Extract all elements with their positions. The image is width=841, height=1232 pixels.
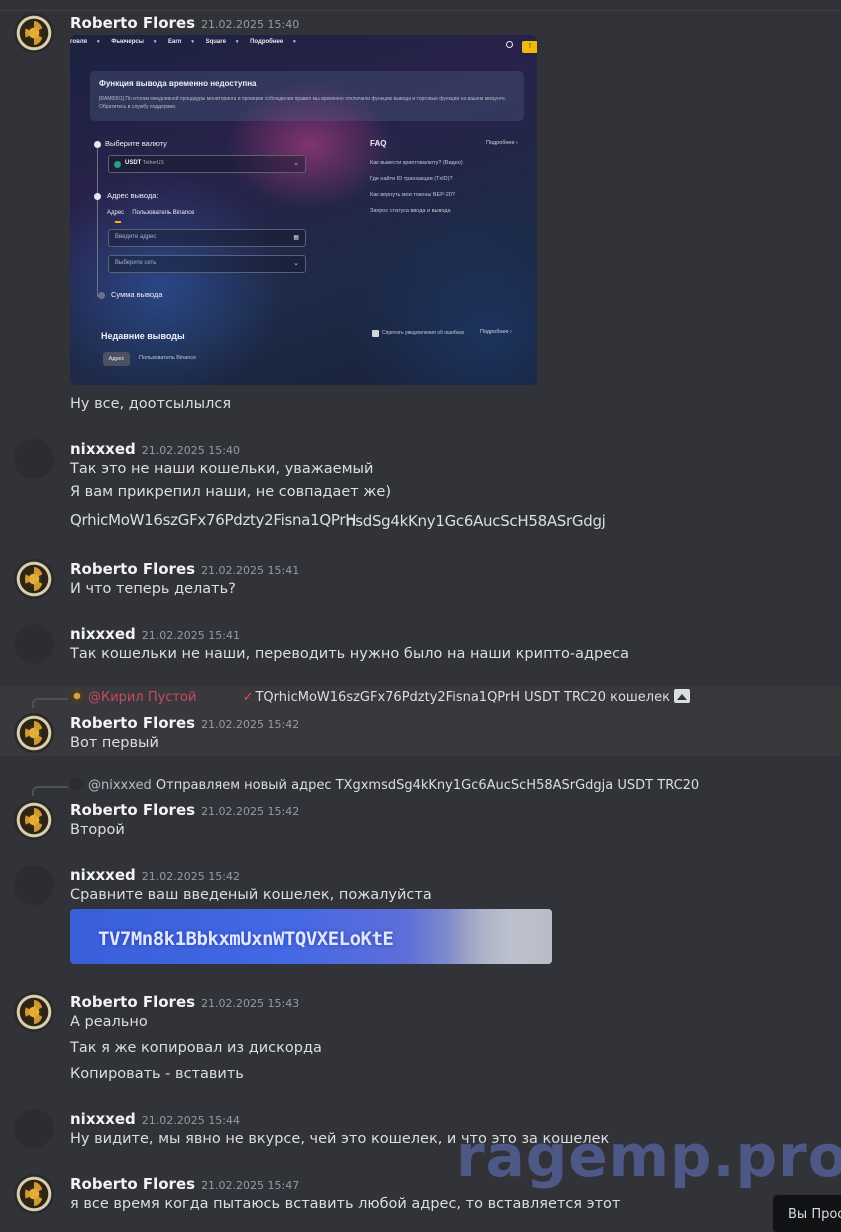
message-text: Второй	[70, 822, 125, 838]
author-name[interactable]: Roberto Flores	[70, 993, 195, 1011]
chevron-down-icon: ⌄	[293, 260, 299, 267]
attached-screenshot[interactable]: говля ▾ Фьючерсы ▾ Earn ▾ Square ▾ Подробнее…	[70, 35, 537, 385]
reply-preview[interactable]: @Кирил Пустой ✓ TQrhicMoW16szGFx76Pdzty2F…	[70, 689, 690, 705]
timestamp: 21.02.2025 15:40	[201, 18, 300, 31]
checkbox-icon	[372, 330, 379, 337]
message-text: Вот первый	[70, 735, 159, 751]
author-name[interactable]: nixxxed	[70, 866, 136, 884]
step-icon	[92, 139, 103, 150]
author-name[interactable]: Roberto Flores	[70, 560, 195, 578]
timestamp: 21.02.2025 15:40	[141, 444, 240, 457]
avatar[interactable]	[14, 865, 54, 905]
avatar[interactable]	[14, 439, 54, 479]
coin-select: USDT TetherUS ⌄	[108, 155, 306, 173]
avatar[interactable]	[14, 992, 54, 1032]
reply-preview[interactable]: @nixxxed Отправляем новый адрес TXgxmsdS…	[70, 777, 699, 793]
message-text: Так я же копировал из дискорда	[70, 1040, 322, 1056]
author-name[interactable]: Roberto Flores	[70, 1175, 195, 1193]
step-icon	[92, 191, 103, 202]
watermark: ragemp.pro	[456, 1122, 841, 1190]
message-text: А реально	[70, 1014, 148, 1030]
timestamp: 21.02.2025 15:42	[141, 870, 240, 883]
avatar[interactable]	[14, 713, 54, 753]
author-name[interactable]: Roberto Flores	[70, 714, 195, 732]
avatar[interactable]	[14, 13, 54, 53]
reply-mention[interactable]: @Кирил Пустой	[88, 690, 196, 705]
message-text: Сравните ваш введеный кошелек, пожалуйст…	[70, 887, 432, 903]
wallet-address: QrhicMoW16szGFx76Pdzty2Fisna1QPrH	[70, 511, 357, 529]
avatar[interactable]	[14, 624, 54, 664]
screenshot-nav: говля ▾ Фьючерсы ▾ Earn ▾ Square ▾ Подробнее…	[70, 39, 296, 45]
message-text: И что теперь делать?	[70, 581, 236, 597]
message-text: Так кошельки не наши, переводить нужно б…	[70, 646, 629, 662]
image-icon	[673, 689, 690, 703]
author-name[interactable]: nixxxed	[70, 625, 136, 643]
message-text: я все время когда пытаюсь вставить любой…	[70, 1196, 621, 1212]
timestamp: 21.02.2025 15:42	[201, 805, 300, 818]
timestamp: 21.02.2025 15:41	[141, 629, 240, 642]
top-divider	[0, 10, 841, 11]
chevron-down-icon: ⌄	[293, 160, 299, 167]
viewing-older-button[interactable]: Вы Просм	[772, 1194, 841, 1232]
message-text: Ну все, доотсылылся	[70, 396, 232, 412]
timestamp: 21.02.2025 15:41	[201, 564, 300, 577]
warning-icon: !	[522, 41, 537, 53]
avatar[interactable]	[14, 1174, 54, 1214]
avatar	[70, 689, 84, 703]
author-name[interactable]: nixxxed	[70, 1110, 136, 1128]
wallet-image[interactable]: TV7Mn8k1BbkxmUxnWTQVXELoKtE	[70, 909, 552, 964]
author-name[interactable]: Roberto Flores	[70, 14, 195, 32]
address-tabs: Адрес Пользователь Binance	[107, 210, 195, 216]
timestamp: 21.02.2025 15:44	[141, 1114, 240, 1127]
message-text: Копировать - вставить	[70, 1066, 244, 1082]
timestamp: 21.02.2025 15:42	[201, 718, 300, 731]
withdraw-alert: Функция вывода временно недоступна [RAM0…	[90, 71, 524, 121]
qr-icon: ▦	[293, 235, 299, 241]
author-name[interactable]: nixxxed	[70, 440, 136, 458]
wallet-address: nsdSg4kKny1Gc6AucScH58ASrGdgj	[346, 512, 606, 530]
step-icon	[96, 290, 107, 301]
author-name[interactable]: Roberto Flores	[70, 801, 195, 819]
avatar[interactable]	[14, 1109, 54, 1149]
search-icon	[506, 41, 513, 48]
reply-mention[interactable]: @nixxxed	[88, 778, 152, 793]
check-icon: ✓	[242, 690, 254, 705]
avatar[interactable]	[14, 559, 54, 599]
timestamp: 21.02.2025 15:47	[201, 1179, 300, 1192]
message-text: Я вам прикрепил наши, не совпадает же)	[70, 484, 392, 500]
network-select: Выберите сеть ⌄	[108, 255, 306, 273]
avatar	[70, 777, 84, 791]
chat-area: Roberto Flores 21.02.2025 15:40 говля ▾ Фь…	[0, 0, 841, 1232]
usdt-icon	[114, 161, 121, 168]
avatar[interactable]	[14, 800, 54, 840]
address-input: Введите адрес ▦	[108, 229, 306, 247]
message-text: Так это не наши кошельки, уважаемый	[70, 461, 374, 477]
timestamp: 21.02.2025 15:43	[201, 997, 300, 1010]
